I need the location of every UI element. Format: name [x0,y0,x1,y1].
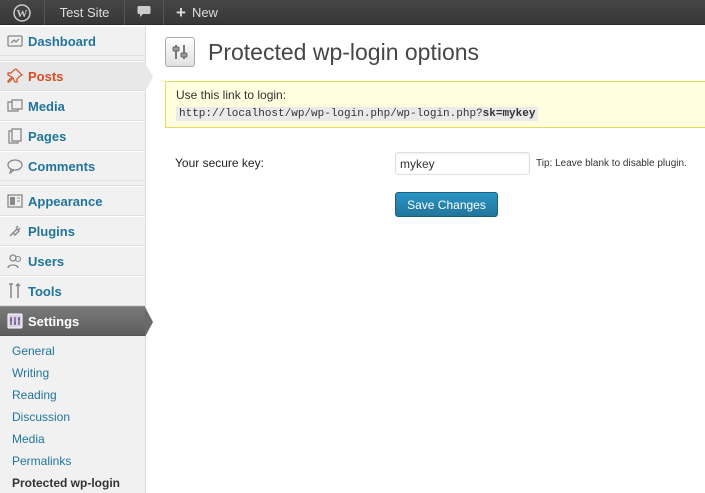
speech-bubble-icon [137,5,151,21]
new-content-button[interactable]: + New [164,0,228,25]
site-name-link[interactable]: Test Site [45,0,125,25]
settings-submenu: General Writing Reading Discussion Media… [0,336,145,493]
menu-item-label: Users [28,253,65,269]
users-icon [7,253,23,269]
menu-item-posts[interactable]: Posts [0,61,153,92]
secure-key-tip: Tip: Leave blank to disable plugin. [536,158,687,169]
submenu-item-general[interactable]: General [0,340,145,362]
appearance-icon [7,193,23,209]
submenu-item-protected-wp-login[interactable]: Protected wp-login [0,472,145,493]
secure-key-input[interactable] [395,152,530,175]
menu-item-label: Dashboard [28,33,96,49]
pages-icon [7,128,23,144]
notice-text: Use this link to login: [176,88,287,102]
comments-icon [7,158,23,174]
menu-item-label: Pages [28,128,67,144]
save-changes-button[interactable]: Save Changes [395,192,498,217]
menu-item-label: Plugins [28,223,75,239]
page-header: Protected wp-login options [165,37,479,67]
settings-icon [7,313,23,329]
page-title: Protected wp-login options [208,38,480,65]
login-url-prefix: http://localhost/wp/wp-login.php/wp-logi… [179,108,483,120]
svg-text:W: W [17,8,28,20]
new-label: New [191,5,218,20]
submenu-item-discussion[interactable]: Discussion [0,406,145,428]
menu-item-label: Settings [28,313,80,329]
media-icon [7,98,23,114]
menu-item-plugins[interactable]: Plugins [0,216,145,246]
menu-item-label: Media [28,98,65,114]
menu-item-settings[interactable]: Settings [0,306,153,337]
plus-icon: + [176,3,186,22]
submenu-item-permalinks[interactable]: Permalinks [0,450,145,472]
main-content: Protected wp-login options Use this link… [165,26,705,493]
menu-item-label: Appearance [28,193,103,209]
settings-sliders-icon [165,37,195,67]
comments-button[interactable] [125,0,164,25]
menu-item-users[interactable]: Users [0,246,145,276]
pushpin-icon [7,68,23,84]
menu-item-appearance[interactable]: Appearance [0,186,145,216]
secure-key-label: Your secure key: [175,156,264,170]
login-url[interactable]: http://localhost/wp/wp-login.php/wp-logi… [176,107,539,121]
login-link-notice: Use this link to login: http://localhost… [165,81,705,128]
submenu-item-media[interactable]: Media [0,428,145,450]
menu-item-label: Posts [28,68,64,84]
menu-item-label: Comments [28,158,96,174]
admin-bar: W Test Site + New [0,0,705,25]
menu-item-pages[interactable]: Pages [0,121,145,151]
menu-item-dashboard[interactable]: Dashboard [0,26,145,56]
secure-key-row: Your secure key: Tip: Leave blank to dis… [175,152,705,176]
menu-item-tools[interactable]: Tools [0,276,145,306]
menu-item-media[interactable]: Media [0,91,145,121]
menu-item-comments[interactable]: Comments [0,151,145,181]
submenu-item-reading[interactable]: Reading [0,384,145,406]
login-url-param: sk=mykey [482,108,536,120]
plugins-icon [7,223,23,239]
admin-menu: Dashboard Posts Media Pages Comments App… [0,26,153,493]
wordpress-logo-icon[interactable]: W [0,0,45,25]
menu-item-label: Tools [28,283,62,299]
dashboard-icon [7,33,23,49]
submenu-item-writing[interactable]: Writing [0,362,145,384]
tools-icon [7,283,23,299]
